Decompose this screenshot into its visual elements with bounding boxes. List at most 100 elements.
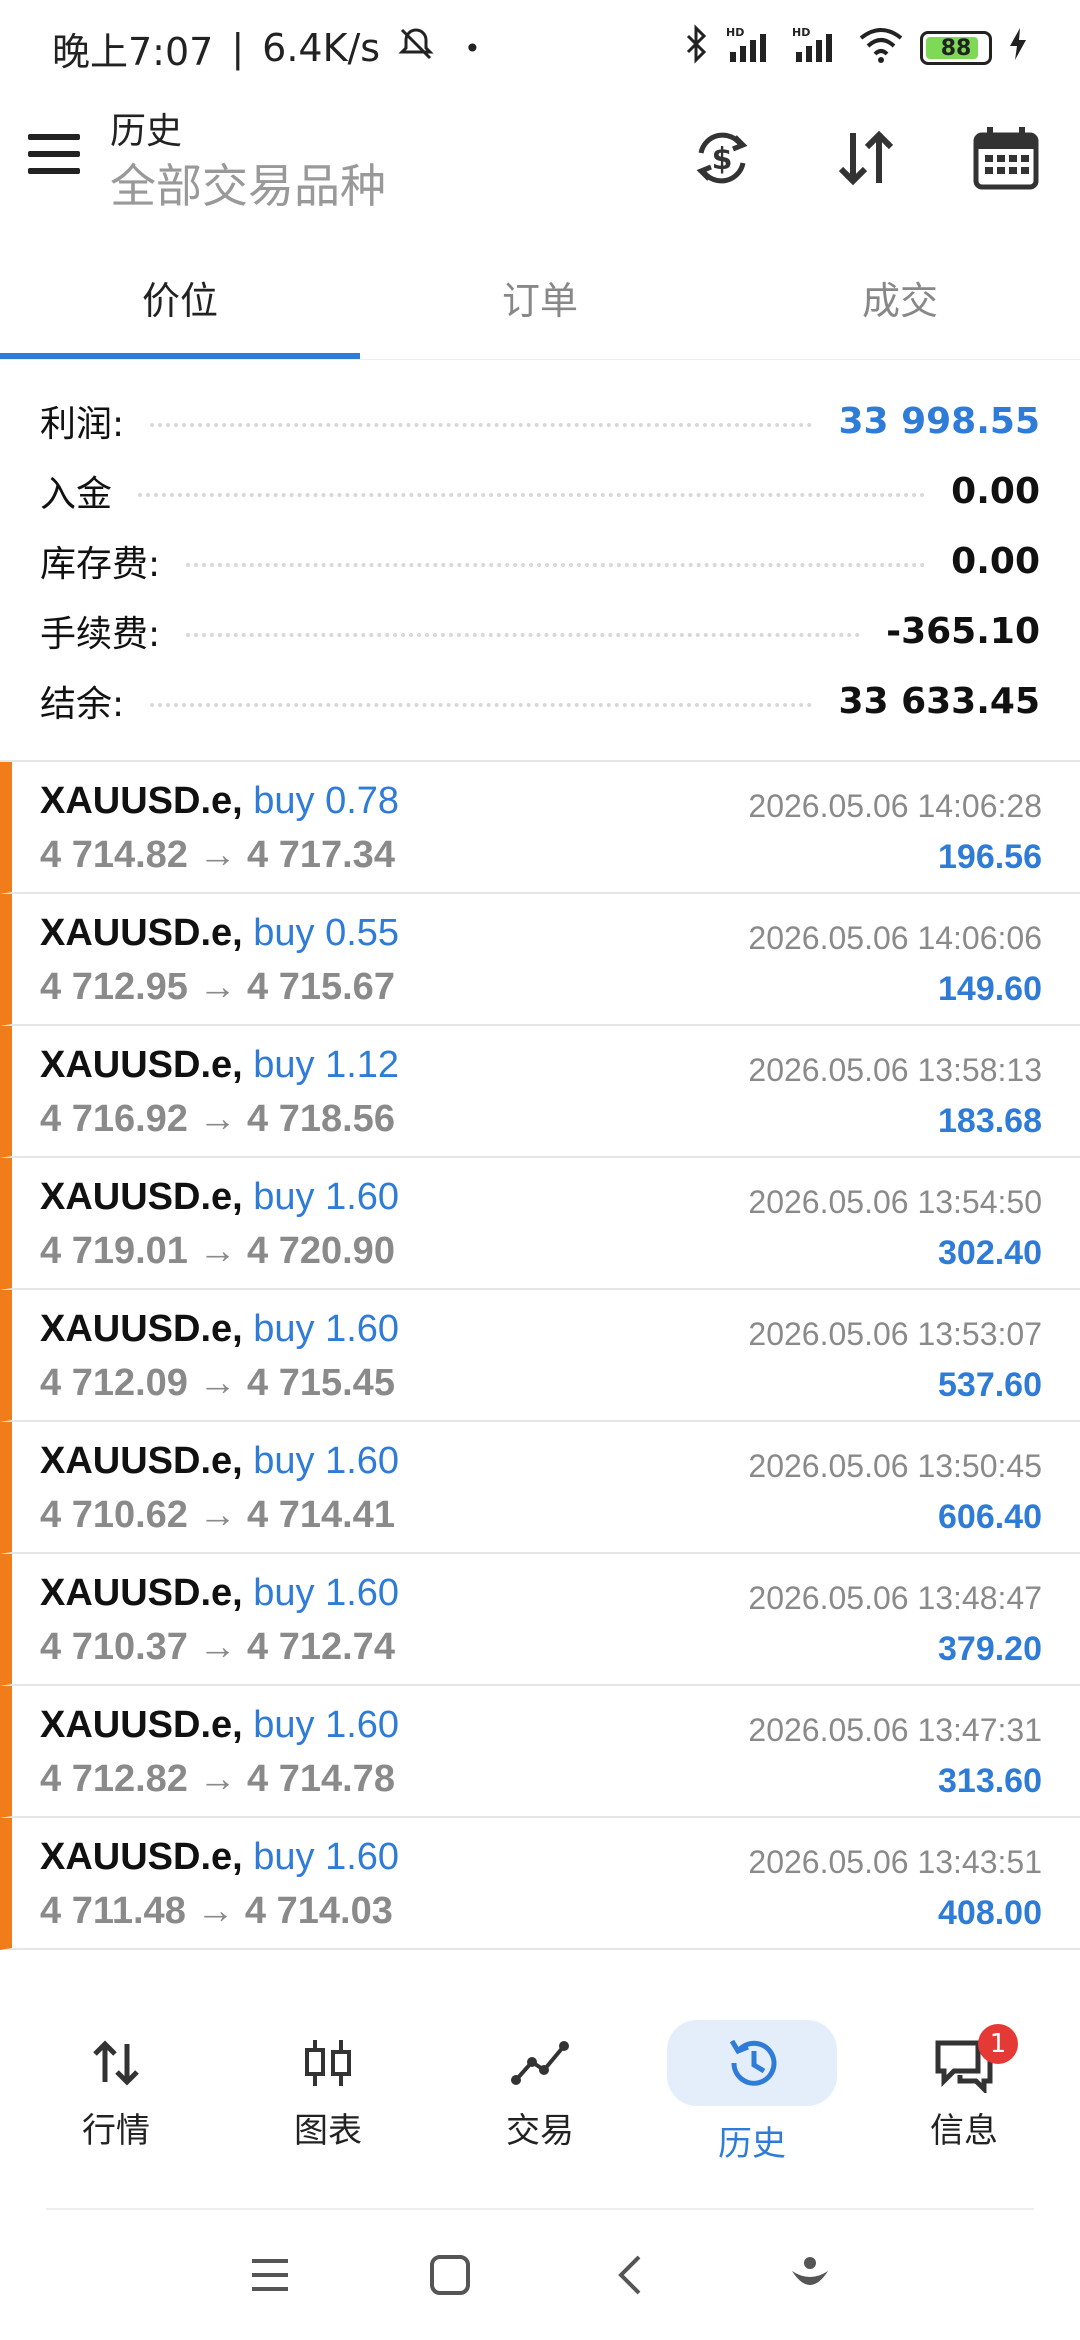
deal-symbol: XAUUSD.e, [40, 1308, 243, 1350]
deal-title: XAUUSD.e, buy 0.78 [40, 780, 399, 823]
deal-row[interactable]: XAUUSD.e, buy 1.60 4 711.48 → 4 714.03 202… [0, 1818, 1080, 1950]
app-bar: 历史 全部交易品种 $ [0, 96, 1080, 236]
summary-dots [150, 703, 813, 707]
deal-row[interactable]: XAUUSD.e, buy 1.60 4 719.01 → 4 720.90 202… [0, 1158, 1080, 1290]
recents-icon [252, 2259, 288, 2291]
charging-icon [1008, 26, 1028, 71]
summary-label: 手续费: [40, 614, 161, 655]
battery-icon: 88 [920, 31, 992, 65]
sort-icon [838, 130, 894, 186]
calendar-icon [973, 127, 1039, 190]
nav-label-chart: 图表 [294, 2110, 362, 2151]
deal-title: XAUUSD.e, buy 1.60 [40, 1440, 399, 1483]
back-button[interactable] [600, 2245, 660, 2305]
calendar-button[interactable] [966, 118, 1046, 198]
nav-label-quotes: 行情 [82, 2110, 150, 2151]
assistant-button[interactable] [780, 2245, 840, 2305]
deal-row[interactable]: XAUUSD.e, buy 1.60 4 710.37 → 4 712.74 202… [0, 1554, 1080, 1686]
nav-quotes[interactable]: 行情 [10, 1972, 222, 2212]
tab-deals[interactable]: 成交 [720, 236, 1080, 359]
deal-time: 2026.05.06 13:48:47 [748, 1580, 1042, 1616]
deal-prices: 4 712.82 → 4 714.78 [40, 1758, 395, 1800]
nav-trade[interactable]: 交易 [434, 1972, 646, 2212]
deal-profit: 183.68 [938, 1102, 1042, 1140]
deal-side-volume: buy 1.60 [253, 1308, 400, 1350]
status-time: 晚上7:07 [52, 29, 214, 74]
signal-icon-2: HD [792, 24, 842, 73]
deal-prices: 4 710.37 → 4 712.74 [40, 1626, 395, 1668]
deal-row[interactable]: XAUUSD.e, buy 1.12 4 716.92 → 4 718.56 202… [0, 1026, 1080, 1158]
deals-list[interactable]: XAUUSD.e, buy 0.78 4 714.82 → 4 717.34 202… [0, 760, 1080, 1972]
assistant-icon [792, 2257, 828, 2285]
quotes-icon [66, 2033, 166, 2093]
deal-time: 2026.05.06 13:53:07 [748, 1316, 1042, 1352]
deal-side-volume: buy 1.60 [253, 1176, 400, 1218]
deal-title: XAUUSD.e, buy 1.60 [40, 1308, 399, 1351]
deal-profit: 606.40 [938, 1498, 1042, 1536]
summary-dots [186, 563, 926, 567]
sort-button[interactable] [826, 118, 906, 198]
deal-profit: 537.60 [938, 1366, 1042, 1404]
summary-label: 利润: [40, 404, 125, 445]
deal-symbol: XAUUSD.e, [40, 1836, 243, 1878]
deal-row[interactable]: XAUUSD.e, buy 0.55 4 712.95 → 4 715.67 202… [0, 894, 1080, 1026]
deal-side-volume: buy 1.12 [253, 1044, 400, 1086]
nav-history[interactable]: 历史 [646, 1972, 858, 2212]
nav-chart[interactable]: 图表 [222, 1972, 434, 2212]
wifi-icon [858, 24, 904, 73]
summary-dots [186, 633, 861, 637]
status-left: 晚上7:07 | 6.4K/s • [52, 21, 481, 76]
system-navigation [0, 2210, 1080, 2340]
nav-label-trade: 交易 [506, 2110, 574, 2151]
summary-row: 利润: 33 998.55 [0, 386, 1080, 456]
history-tabs: 价位 订单 成交 [0, 236, 1080, 360]
deal-time: 2026.05.06 13:50:45 [748, 1448, 1042, 1484]
deal-side-volume: buy 0.55 [253, 912, 400, 954]
nav-label-history: 历史 [718, 2123, 786, 2164]
deal-row[interactable]: XAUUSD.e, buy 1.60 4 710.62 → 4 714.41 202… [0, 1422, 1080, 1554]
bottom-navigation: 行情 图表 交易 历史 1 信息 [0, 1972, 1080, 2212]
deal-side-volume: buy 1.60 [253, 1836, 400, 1878]
deal-row[interactable]: XAUUSD.e, buy 1.60 4 712.09 → 4 715.45 202… [0, 1290, 1080, 1422]
deal-symbol: XAUUSD.e, [40, 1176, 243, 1218]
currency-sync-button[interactable]: $ [682, 118, 762, 198]
deal-prices: 4 712.09 → 4 715.45 [40, 1362, 395, 1404]
home-button[interactable] [420, 2245, 480, 2305]
deal-side-volume: buy 1.60 [253, 1440, 400, 1482]
signal-icon: HD [726, 24, 776, 73]
deal-time: 2026.05.06 13:43:51 [748, 1844, 1042, 1880]
deal-symbol: XAUUSD.e, [40, 780, 243, 822]
deal-time: 2026.05.06 14:06:28 [748, 788, 1042, 824]
symbol-filter[interactable]: 全部交易品种 [110, 150, 386, 216]
currency-sync-icon: $ [696, 132, 748, 184]
deal-profit: 379.20 [938, 1630, 1042, 1668]
summary-row: 入金 0.00 [0, 456, 1080, 526]
status-right: HD HD 88 [684, 23, 1028, 73]
summary-row: 结余: 33 633.45 [0, 666, 1080, 736]
summary-value: 33 998.55 [838, 400, 1040, 442]
deal-side-volume: buy 1.60 [253, 1572, 400, 1614]
status-bar: 晚上7:07 | 6.4K/s • HD HD 88 [0, 0, 1080, 96]
deal-symbol: XAUUSD.e, [40, 1044, 243, 1086]
nav-messages[interactable]: 1 信息 [858, 1972, 1070, 2212]
status-separator: | [231, 26, 245, 70]
deal-time: 2026.05.06 14:06:06 [748, 920, 1042, 956]
chart-icon [278, 2033, 378, 2093]
deal-time: 2026.05.06 13:54:50 [748, 1184, 1042, 1220]
menu-button[interactable] [28, 126, 84, 182]
recents-button[interactable] [240, 2245, 300, 2305]
deal-row[interactable]: XAUUSD.e, buy 0.78 4 714.82 → 4 717.34 202… [0, 762, 1080, 894]
deal-row[interactable]: XAUUSD.e, buy 1.60 4 712.82 → 4 714.78 202… [0, 1686, 1080, 1818]
back-icon [618, 2255, 641, 2295]
home-icon [430, 2255, 470, 2295]
messages-badge: 1 [978, 2024, 1018, 2064]
deal-time: 2026.05.06 13:58:13 [748, 1052, 1042, 1088]
deal-title: XAUUSD.e, buy 1.60 [40, 1572, 399, 1615]
tab-positions[interactable]: 价位 [0, 236, 360, 359]
page-title: 历史 [110, 111, 183, 152]
tab-orders[interactable]: 订单 [360, 236, 720, 359]
deal-title: XAUUSD.e, buy 0.55 [40, 912, 399, 955]
battery-level: 88 [940, 35, 972, 61]
summary-dots [138, 493, 926, 497]
deal-title: XAUUSD.e, buy 1.12 [40, 1044, 399, 1087]
